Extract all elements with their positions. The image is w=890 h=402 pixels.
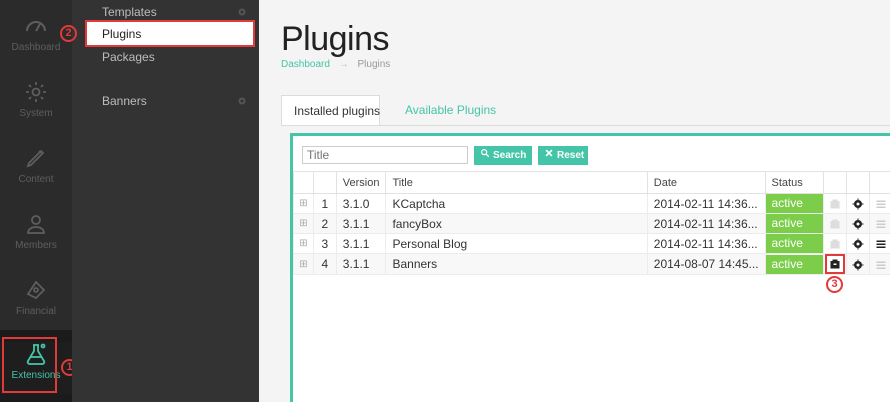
archive-icon[interactable] <box>829 238 841 250</box>
row-title: KCaptcha <box>385 193 648 214</box>
list-icon[interactable] <box>875 259 887 271</box>
subnav-item-label: Plugins <box>102 27 142 41</box>
close-icon <box>544 146 554 165</box>
breadcrumb-current: Plugins <box>357 59 391 70</box>
column-header-title[interactable]: Title <box>385 171 648 194</box>
subnav-item-label: Banners <box>102 94 147 108</box>
archive-icon[interactable] <box>825 254 846 274</box>
table-row: ⊞ 2 3.1.1 fancyBox 2014-02-11 14:36... a… <box>293 213 890 234</box>
rail-item-label: Members <box>15 240 57 251</box>
column-header-config <box>846 171 871 194</box>
rail-item-system[interactable]: System <box>0 80 72 140</box>
column-header-number <box>312 171 337 194</box>
table-row: ⊞ 1 3.1.0 KCaptcha 2014-02-11 14:36... a… <box>293 193 890 214</box>
gear-icon[interactable] <box>852 218 864 230</box>
tabs-divider <box>281 125 890 126</box>
row-version: 3.1.0 <box>335 193 387 214</box>
rail-item-label: Dashboard <box>11 42 61 53</box>
rail-item-content[interactable]: Content <box>0 146 72 206</box>
row-title: Personal Blog <box>385 233 648 254</box>
status-badge[interactable]: active <box>765 254 824 274</box>
column-header-archive <box>823 171 848 194</box>
gear-icon[interactable] <box>852 238 864 250</box>
reset-button-label: Reset <box>557 150 585 161</box>
row-date: 2014-02-11 14:36... <box>646 193 766 214</box>
rail-item-label: System <box>19 108 53 119</box>
rail-item-members[interactable]: Members <box>0 212 72 272</box>
callout-2: 2 <box>60 25 77 42</box>
archive-icon[interactable] <box>829 218 841 230</box>
gear-icon[interactable] <box>852 259 864 271</box>
column-header-version[interactable]: Version <box>335 171 387 194</box>
gear-icon <box>24 80 48 104</box>
tab-installed-plugins[interactable]: Installed plugins <box>281 95 380 126</box>
plugins-panel: Search Reset Version Title Date Status <box>290 133 890 402</box>
row-number: 3 <box>312 233 337 254</box>
pencil-icon <box>24 146 48 170</box>
row-title: fancyBox <box>385 213 648 234</box>
title-search-input[interactable] <box>302 146 468 164</box>
search-button[interactable]: Search <box>474 146 532 165</box>
row-version: 3.1.1 <box>335 233 387 254</box>
row-date: 2014-02-11 14:36... <box>646 233 766 254</box>
user-icon <box>24 212 48 236</box>
rail-item-label: Financial <box>15 306 57 317</box>
column-header-details <box>869 171 890 194</box>
row-number: 4 <box>312 253 337 275</box>
column-header-expand <box>293 171 314 194</box>
main-content: Plugins Dashboard → Plugins Installed pl… <box>259 0 890 402</box>
column-header-status[interactable]: Status <box>764 171 825 194</box>
row-date: 2014-08-07 14:45... <box>646 253 766 275</box>
row-number: 1 <box>312 193 337 214</box>
money-icon <box>24 278 48 302</box>
status-badge[interactable]: active <box>765 194 824 213</box>
extensions-highlight <box>2 337 57 393</box>
list-icon[interactable] <box>875 218 887 230</box>
callout-3: 3 <box>826 276 843 293</box>
column-header-date[interactable]: Date <box>646 171 766 194</box>
rail-item-dashboard[interactable]: Dashboard <box>0 14 72 74</box>
subnav-item-label: Templates <box>102 5 157 19</box>
expand-icon[interactable]: ⊞ <box>293 213 314 234</box>
subnav-item-packages[interactable]: Packages <box>102 50 242 64</box>
rail-item-financial[interactable]: Financial <box>0 278 72 338</box>
expand-icon[interactable]: ⊞ <box>293 193 314 214</box>
gear-icon[interactable] <box>236 95 248 107</box>
table-row: ⊞ 4 3.1.1 Banners 2014-08-07 14:45... ac… <box>293 253 890 275</box>
gear-icon[interactable] <box>236 6 248 18</box>
tab-available-plugins[interactable]: Available Plugins <box>393 95 508 126</box>
breadcrumb: Dashboard → Plugins <box>281 59 390 70</box>
gauge-icon <box>24 14 48 38</box>
row-title: Banners <box>385 253 648 275</box>
breadcrumb-separator: → <box>338 59 349 70</box>
row-date: 2014-02-11 14:36... <box>646 213 766 234</box>
subnav-item-label: Packages <box>102 50 155 64</box>
row-version: 3.1.1 <box>335 253 387 275</box>
row-number: 2 <box>312 213 337 234</box>
gear-icon[interactable] <box>852 198 864 210</box>
archive-icon[interactable] <box>829 198 841 210</box>
table-header-row: Version Title Date Status <box>293 171 890 194</box>
subnav-item-plugins[interactable]: Plugins <box>102 27 242 41</box>
subnav-item-banners[interactable]: Banners <box>102 94 246 108</box>
list-icon[interactable] <box>875 198 887 210</box>
page-title: Plugins <box>281 20 390 58</box>
expand-icon[interactable]: ⊞ <box>293 253 314 275</box>
list-icon[interactable] <box>875 238 887 250</box>
reset-button[interactable]: Reset <box>538 146 588 165</box>
search-button-label: Search <box>493 150 527 161</box>
plugins-table: Version Title Date Status ⊞ 1 3.1.0 KCap… <box>293 171 890 275</box>
subnav-item-templates[interactable]: Templates <box>102 5 246 19</box>
status-badge[interactable]: active <box>765 214 824 233</box>
search-icon <box>480 146 490 165</box>
breadcrumb-dashboard-link[interactable]: Dashboard <box>281 59 330 70</box>
rail-item-label: Content <box>18 174 54 185</box>
row-version: 3.1.1 <box>335 213 387 234</box>
status-badge[interactable]: active <box>765 234 824 253</box>
table-row: ⊞ 3 3.1.1 Personal Blog 2014-02-11 14:36… <box>293 233 890 254</box>
expand-icon[interactable]: ⊞ <box>293 233 314 254</box>
